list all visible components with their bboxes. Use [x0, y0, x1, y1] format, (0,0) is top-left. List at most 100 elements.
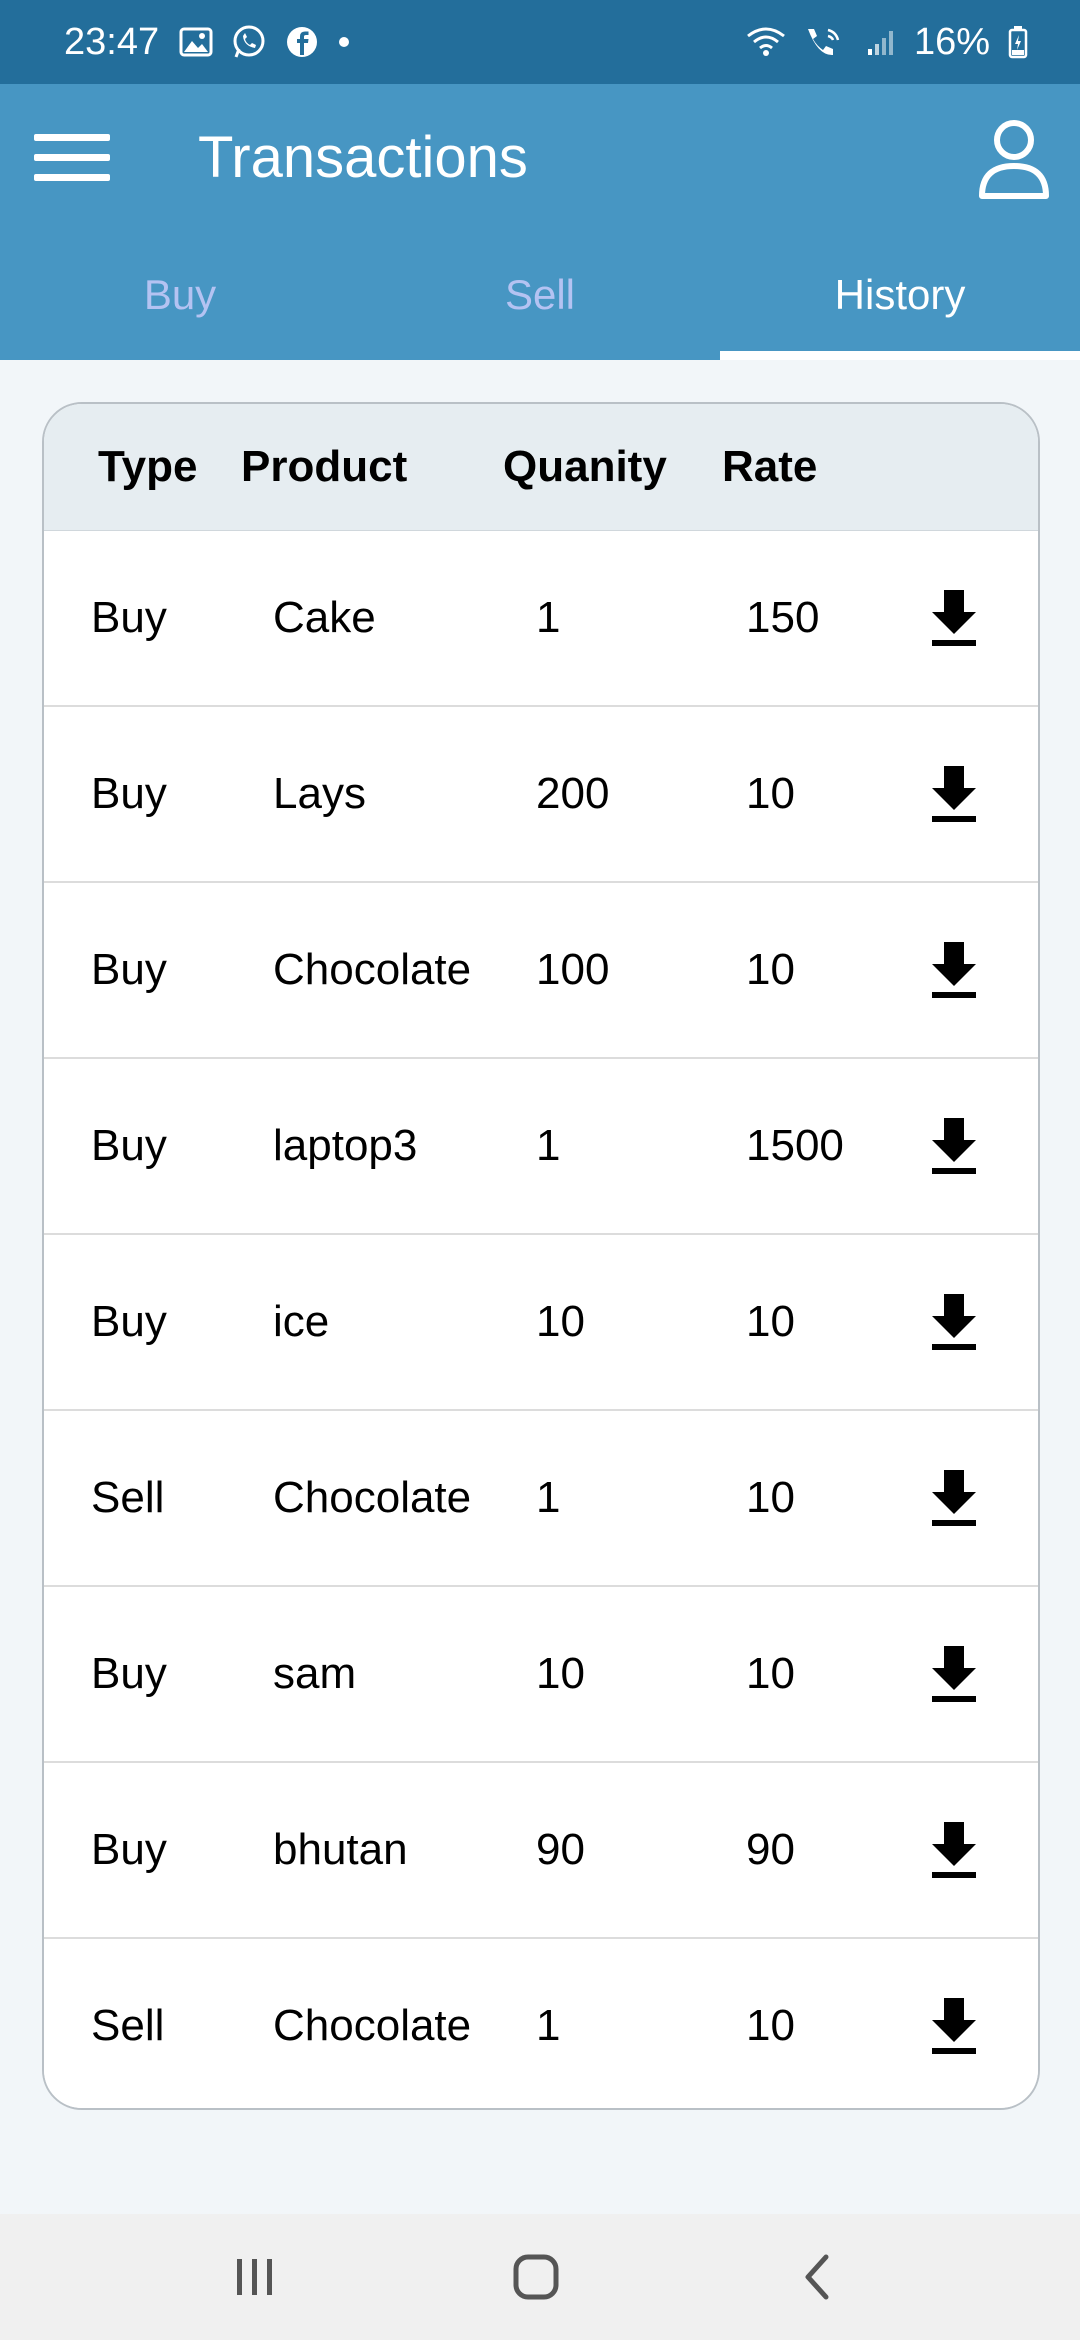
row-rate: 10 [746, 2001, 795, 2050]
row-quantity: 100 [536, 945, 610, 994]
row-rate: 10 [746, 945, 795, 994]
download-icon [932, 942, 976, 998]
tab-sell[interactable]: Sell [360, 230, 720, 360]
back-button[interactable] [778, 2244, 858, 2310]
table-row: Buy Lays 200 10 [44, 707, 1038, 883]
row-rate: 10 [746, 1297, 795, 1346]
table-row: Buy sam 10 10 [44, 1587, 1038, 1763]
system-nav-bar [0, 2214, 1080, 2340]
download-button[interactable] [924, 586, 984, 650]
row-product: Cake [273, 593, 376, 642]
row-product: Lays [273, 769, 366, 818]
download-icon [932, 1822, 976, 1878]
tab-bar: Buy Sell History [0, 230, 1080, 360]
header-type: Type [98, 442, 198, 491]
home-icon [513, 2254, 559, 2300]
page-title: Transactions [198, 125, 528, 190]
account-icon [979, 120, 1049, 199]
facebook-icon [287, 27, 318, 57]
header-product: Product [241, 442, 408, 491]
table-row: Sell Chocolate 1 10 [44, 1939, 1038, 2108]
wifi-calling-icon [807, 28, 840, 56]
row-type: Buy [91, 1297, 167, 1346]
row-type: Buy [91, 1825, 167, 1874]
row-type: Sell [91, 2001, 165, 2050]
row-type: Buy [91, 1121, 167, 1170]
row-product: bhutan [273, 1825, 408, 1874]
row-product: Chocolate [273, 1473, 472, 1522]
table-row: Buy laptop3 1 1500 [44, 1059, 1038, 1235]
download-icon [932, 1646, 976, 1702]
row-product: ice [273, 1297, 330, 1346]
row-quantity: 200 [536, 769, 610, 818]
recent-apps-button[interactable] [215, 2244, 295, 2310]
table-row: Buy ice 10 10 [44, 1235, 1038, 1411]
row-quantity: 1 [536, 1121, 561, 1170]
row-type: Sell [91, 1473, 165, 1522]
table-header: Type Product Quanity Rate [44, 404, 1038, 531]
row-type: Buy [91, 593, 167, 642]
download-button[interactable] [924, 1114, 984, 1178]
tab-history[interactable]: History [720, 230, 1080, 360]
download-icon [932, 766, 976, 822]
download-button[interactable] [924, 1290, 984, 1354]
row-quantity: 90 [536, 1825, 585, 1874]
status-right: 16% [746, 0, 1028, 84]
row-quantity: 1 [536, 1473, 561, 1522]
row-product: laptop3 [273, 1121, 418, 1170]
header-rate: Rate [722, 442, 818, 491]
tab-buy[interactable]: Buy [0, 230, 360, 360]
row-quantity: 1 [536, 2001, 561, 2050]
row-type: Buy [91, 769, 167, 818]
wifi-icon [747, 27, 785, 56]
row-product: sam [273, 1649, 357, 1698]
notification-icons [179, 24, 351, 60]
row-quantity: 10 [536, 1649, 585, 1698]
header-quantity: Quanity [503, 442, 667, 491]
row-rate: 10 [746, 769, 795, 818]
home-button[interactable] [496, 2244, 576, 2310]
download-button[interactable] [924, 1818, 984, 1882]
download-button[interactable] [924, 938, 984, 1002]
row-type: Buy [91, 945, 167, 994]
row-product: Chocolate [273, 945, 472, 994]
table-row: Buy Cake 1 150 [44, 531, 1038, 707]
table-row: Buy bhutan 90 90 [44, 1763, 1038, 1939]
download-button[interactable] [924, 1642, 984, 1706]
row-rate: 1500 [746, 1121, 844, 1170]
history-table: Type Product Quanity Rate Buy Cake 1 150 Buy… [42, 402, 1040, 2110]
menu-icon [34, 134, 110, 181]
battery-percentage: 16% [913, 20, 990, 63]
status-bar: 23:47 16% [0, 0, 1080, 84]
download-button[interactable] [924, 762, 984, 826]
row-product: Chocolate [273, 2001, 472, 2050]
account-button[interactable] [974, 114, 1054, 204]
dot-icon [339, 37, 350, 47]
row-quantity: 10 [536, 1297, 585, 1346]
download-button[interactable] [924, 1994, 984, 2058]
table-body: Buy Cake 1 150 Buy Lays 200 10 Buy Chocolate 100 10… [44, 531, 1038, 2108]
whatsapp-icon [233, 25, 265, 58]
battery-icon [1008, 26, 1028, 59]
status-time: 23:47 [64, 20, 160, 63]
row-rate: 90 [746, 1825, 795, 1874]
download-icon [932, 1470, 976, 1526]
menu-button[interactable] [30, 122, 114, 192]
row-rate: 150 [746, 593, 820, 642]
download-icon [932, 590, 976, 646]
row-type: Buy [91, 1649, 167, 1698]
image-icon [179, 27, 213, 57]
app-bar: Transactions [0, 84, 1080, 232]
row-rate: 10 [746, 1473, 795, 1522]
download-button[interactable] [924, 1466, 984, 1530]
back-icon [805, 2254, 829, 2300]
row-rate: 10 [746, 1649, 795, 1698]
table-row: Buy Chocolate 100 10 [44, 883, 1038, 1059]
row-quantity: 1 [536, 593, 561, 642]
table-row: Sell Chocolate 1 10 [44, 1411, 1038, 1587]
recent-apps-icon [237, 2259, 272, 2295]
download-icon [932, 1118, 976, 1174]
download-icon [932, 1998, 976, 2054]
signal-icon [867, 31, 893, 55]
download-icon [932, 1294, 976, 1350]
